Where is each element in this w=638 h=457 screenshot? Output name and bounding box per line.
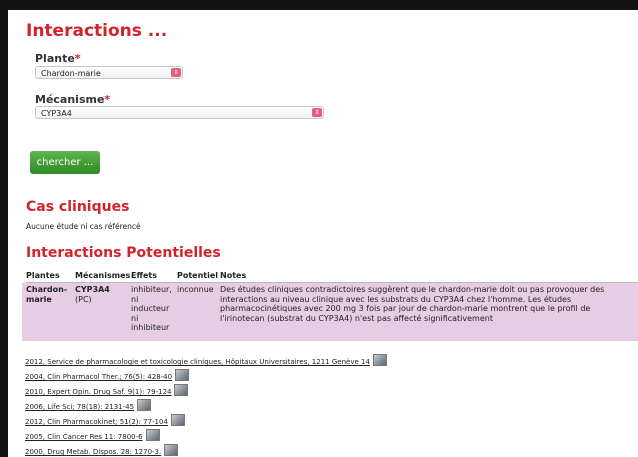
cell-plante: Chardon-marie bbox=[26, 285, 68, 304]
select-arrow-icon: ⇕ bbox=[171, 68, 181, 77]
plante-label-text: Plante bbox=[35, 52, 75, 65]
mecanisme-label: Mécanisme* bbox=[35, 93, 110, 106]
mecanisme-select[interactable]: CYP3A4 ⇕ bbox=[35, 106, 324, 119]
table-header: Plantes Mécanismes Effets Potentiel Note… bbox=[26, 269, 638, 283]
plante-select[interactable]: Chardon-marie ⇕ bbox=[35, 66, 183, 79]
reference-link[interactable]: 2000, Drug Metab. Dispos. 28: 1270-3. bbox=[25, 448, 161, 456]
reference-item: 2000, Drug Metab. Dispos. 28: 1270-3. bbox=[25, 439, 179, 457]
mecanisme-required-mark: * bbox=[104, 93, 111, 106]
page-title: Interactions ... bbox=[26, 21, 168, 41]
image-thumbnail-icon[interactable] bbox=[164, 444, 179, 456]
image-thumbnail-icon[interactable] bbox=[372, 354, 387, 366]
page-window: Interactions ... Plante* Chardon-marie ⇕… bbox=[8, 10, 638, 457]
cell-mecanisme: CYP3A4 bbox=[75, 285, 110, 294]
cell-notes: Des études cliniques contradictoires sug… bbox=[220, 285, 605, 323]
mecanisme-select-value: CYP3A4 bbox=[41, 109, 72, 118]
table-row: Chardon-marie CYP3A4 (PC) inhibiteur, ni… bbox=[22, 283, 638, 341]
cas-cliniques-heading: Cas cliniques bbox=[26, 199, 130, 215]
image-thumbnail-icon[interactable] bbox=[170, 414, 185, 426]
interactions-heading: Interactions Potentielles bbox=[26, 245, 221, 261]
search-button[interactable]: chercher ... bbox=[30, 151, 100, 174]
image-thumbnail-icon[interactable] bbox=[174, 384, 189, 396]
cas-cliniques-text: Aucune étude ni cas référencé bbox=[26, 222, 141, 231]
plante-label: Plante* bbox=[35, 52, 81, 65]
column-header-plantes: Plantes bbox=[26, 271, 60, 280]
mecanisme-label-text: Mécanisme bbox=[35, 93, 105, 106]
plante-required-mark: * bbox=[74, 52, 81, 65]
select-arrow-icon: ⇕ bbox=[312, 108, 322, 117]
cell-effets: inhibiteur, ni inducteur ni inhibiteur bbox=[131, 285, 172, 332]
column-header-mecanismes: Mécanismes bbox=[75, 271, 131, 280]
cell-mecanisme-sub: (PC) bbox=[75, 294, 92, 304]
column-header-notes: Notes bbox=[220, 271, 247, 280]
cell-potentiel: inconnue bbox=[177, 285, 214, 294]
column-header-effets: Effets bbox=[131, 271, 157, 280]
column-header-potentiel: Potentiel bbox=[177, 271, 219, 280]
plante-select-value: Chardon-marie bbox=[41, 69, 101, 78]
